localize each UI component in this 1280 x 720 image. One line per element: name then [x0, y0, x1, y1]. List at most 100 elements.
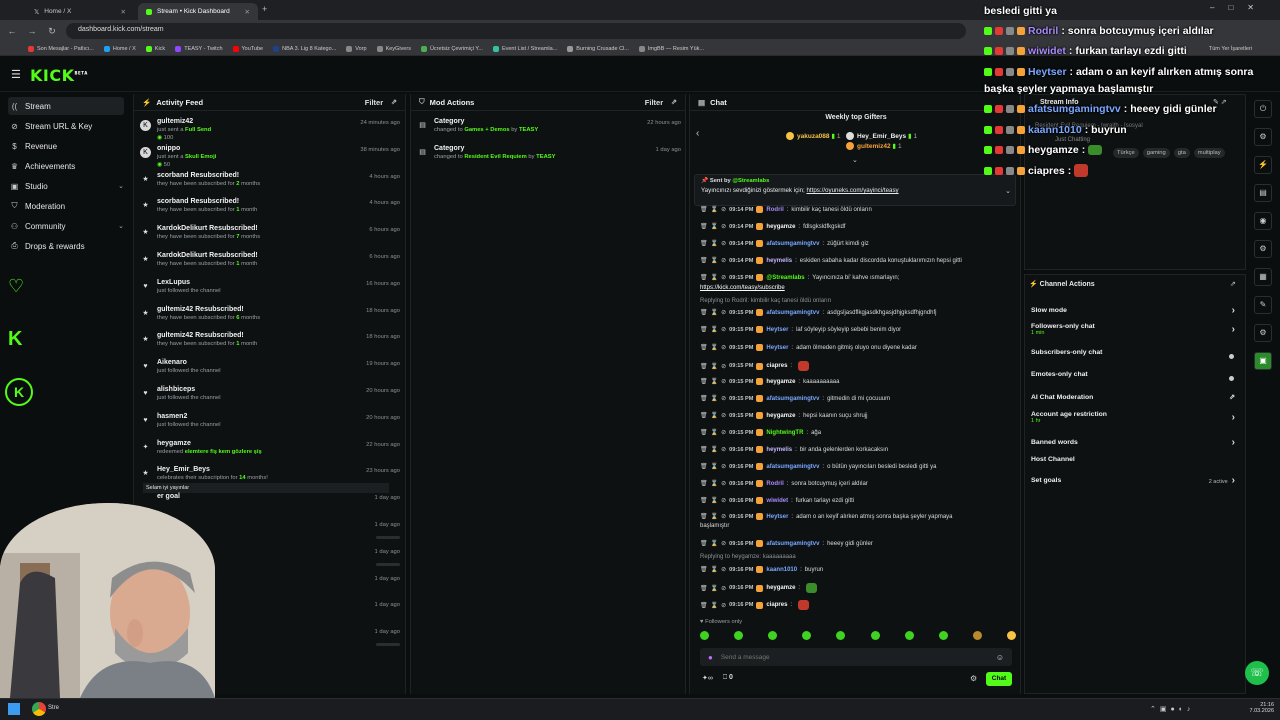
hourglass-icon[interactable]: ⌛ [711, 363, 718, 370]
sidebar-item-studio[interactable]: ▣ Studio ⌄ [8, 177, 124, 195]
settings-icon[interactable]: ⚙ [1254, 324, 1272, 342]
emote-icon[interactable] [904, 631, 914, 640]
message-username[interactable]: ciapres [766, 602, 787, 608]
message-username[interactable]: @Streamlabs [766, 275, 804, 281]
new-tab-icon[interactable]: + [262, 4, 267, 14]
channel-action-account-age-restriction[interactable]: Account age restriction 1 hr › [1031, 411, 1235, 424]
bookmark-item[interactable]: Ücretsiz Çevrimiçi Y... [420, 45, 483, 52]
trash-icon[interactable]: 🗑 [700, 378, 708, 385]
tab-kick-dashboard[interactable]: Stream • Kick Dashboard ✕ [138, 3, 258, 20]
trash-icon[interactable]: 🗑 [700, 463, 708, 470]
trash-icon[interactable]: 🗑 [700, 480, 708, 487]
hourglass-icon[interactable]: ⌛ [711, 513, 718, 520]
bookmark-item[interactable]: Burning Crusade Cl... [567, 45, 629, 52]
hourglass-icon[interactable]: ⌛ [711, 446, 718, 453]
trash-icon[interactable]: 🗑 [700, 223, 708, 230]
bookmark-item[interactable]: Home / X [103, 45, 136, 52]
ban-icon[interactable]: ⊘ [721, 540, 726, 547]
trash-icon[interactable]: 🗑 [700, 566, 708, 573]
ban-icon[interactable]: ⊘ [721, 378, 726, 385]
window-controls[interactable]: –□✕ [1210, 3, 1268, 12]
ban-icon[interactable]: ⊘ [721, 223, 726, 230]
ban-icon[interactable]: ⊘ [721, 412, 726, 419]
popout-icon[interactable]: ⇗ [391, 98, 397, 106]
message-username[interactable]: heygamze [766, 585, 795, 591]
channel-action-control[interactable]: › [1232, 305, 1235, 316]
channel-action-slow-mode[interactable]: Slow mode › [1031, 305, 1235, 316]
tab-home-x[interactable]: 𝕏 Home / X ✕ [26, 3, 134, 20]
trash-icon[interactable]: 🗑 [700, 602, 708, 609]
points-icon[interactable]: ✦∞ [702, 674, 713, 682]
bookmark-item[interactable]: ImgBB — Resim Yük... [638, 45, 704, 52]
chevron-down-icon[interactable]: ⌄ [118, 182, 124, 190]
close-icon[interactable]: ✕ [121, 8, 126, 16]
popout-icon[interactable]: ⇗ [671, 98, 677, 106]
hourglass-icon[interactable]: ⌛ [711, 429, 718, 436]
hourglass-icon[interactable]: ⌛ [711, 412, 718, 419]
hourglass-icon[interactable]: ⌛ [711, 326, 718, 333]
chat-input[interactable] [720, 653, 988, 661]
back-icon[interactable]: ← [6, 26, 18, 36]
hourglass-icon[interactable]: ⌛ [711, 257, 718, 264]
trash-icon[interactable]: 🗑 [700, 585, 708, 592]
ban-icon[interactable]: ⊘ [721, 257, 726, 264]
emote-icon[interactable] [734, 631, 744, 640]
emoji-icon[interactable]: ☺ [996, 653, 1004, 662]
stream-tag[interactable]: multiplay [1193, 148, 1225, 158]
message-username[interactable]: Heytser [766, 514, 788, 520]
message-username[interactable]: heygamze [766, 379, 795, 385]
ban-icon[interactable]: ⊘ [721, 463, 726, 470]
floating-chat-button[interactable]: ☏ [1245, 661, 1269, 685]
settings-gear-icon[interactable]: ⚙ [970, 674, 977, 683]
channel-action-host-channel[interactable]: Host Channel [1031, 456, 1235, 463]
emote-icon[interactable] [836, 631, 846, 640]
hourglass-icon[interactable]: ⌛ [711, 344, 718, 351]
message-username[interactable]: afatsumgamingtvv [766, 464, 819, 470]
message-username[interactable]: heymelis [766, 447, 792, 453]
message-username[interactable]: Heytser [766, 345, 788, 351]
sidebar-item-drops-rewards[interactable]: ⎙ Drops & rewards [8, 237, 124, 255]
ban-icon[interactable]: ⊘ [721, 480, 726, 487]
bookmark-item[interactable]: YouTube [232, 45, 263, 52]
stream-tag[interactable]: Türkçe [1113, 148, 1139, 158]
hourglass-icon[interactable]: ⌛ [711, 309, 718, 316]
bookmark-item[interactable]: Event List / Streamla... [492, 45, 557, 52]
trash-icon[interactable]: 🗑 [700, 344, 708, 351]
channel-action-emotes-only-chat[interactable]: Emotes-only chat [1031, 371, 1235, 378]
trash-icon[interactable]: 🗑 [700, 513, 708, 520]
ban-icon[interactable]: ⊘ [721, 363, 726, 370]
channel-action-control[interactable]: › [1232, 412, 1235, 423]
gifter-item[interactable]: Hey_Emir_Beys ▮ 1 [846, 132, 917, 140]
chat-send-button[interactable]: Chat [986, 672, 1012, 686]
hourglass-icon[interactable]: ⌛ [711, 602, 718, 609]
hourglass-icon[interactable]: ⌛ [711, 480, 718, 487]
mod-filter-button[interactable]: Filter [645, 98, 663, 107]
channel-action-control[interactable]: › [1232, 437, 1235, 448]
bookmark-item[interactable]: Kick [145, 45, 165, 52]
message-username[interactable]: wiwidet [766, 498, 788, 504]
menu-icon[interactable]: ☰ [11, 68, 21, 81]
chrome-taskbar-icon[interactable] [32, 702, 46, 716]
all-bookmarks[interactable]: Tüm Yer İşaretleri [1209, 46, 1252, 52]
trash-icon[interactable]: 🗑 [700, 429, 708, 436]
trash-icon[interactable]: 🗑 [700, 363, 708, 370]
sidebar-item-moderation[interactable]: ⛉ Moderation [8, 197, 124, 215]
trash-icon[interactable]: 🗑 [700, 240, 708, 247]
hourglass-icon[interactable]: ⌛ [711, 274, 718, 281]
message-username[interactable]: ciapres [766, 363, 787, 369]
message-username[interactable]: heygamze [766, 413, 795, 419]
trash-icon[interactable]: 🗑 [700, 446, 708, 453]
emote-icon[interactable] [768, 631, 778, 640]
ban-icon[interactable]: ⊘ [721, 429, 726, 436]
ban-icon[interactable]: ⊘ [721, 206, 726, 213]
message-text[interactable]: https://kick.com/teasy/subscribe [700, 285, 785, 291]
url-input[interactable]: dashboard.kick.com/stream [66, 23, 966, 39]
trash-icon[interactable]: 🗑 [700, 412, 708, 419]
document-icon[interactable]: ▤ [1254, 184, 1272, 202]
chevron-down-icon[interactable]: ⌄ [118, 222, 124, 230]
trash-icon[interactable]: 🗑 [700, 326, 708, 333]
microphone-icon[interactable]: ● [708, 653, 713, 662]
calendar-icon[interactable]: ▦ [1254, 268, 1272, 286]
ban-icon[interactable]: ⊘ [721, 240, 726, 247]
emote-icon[interactable] [700, 631, 709, 640]
